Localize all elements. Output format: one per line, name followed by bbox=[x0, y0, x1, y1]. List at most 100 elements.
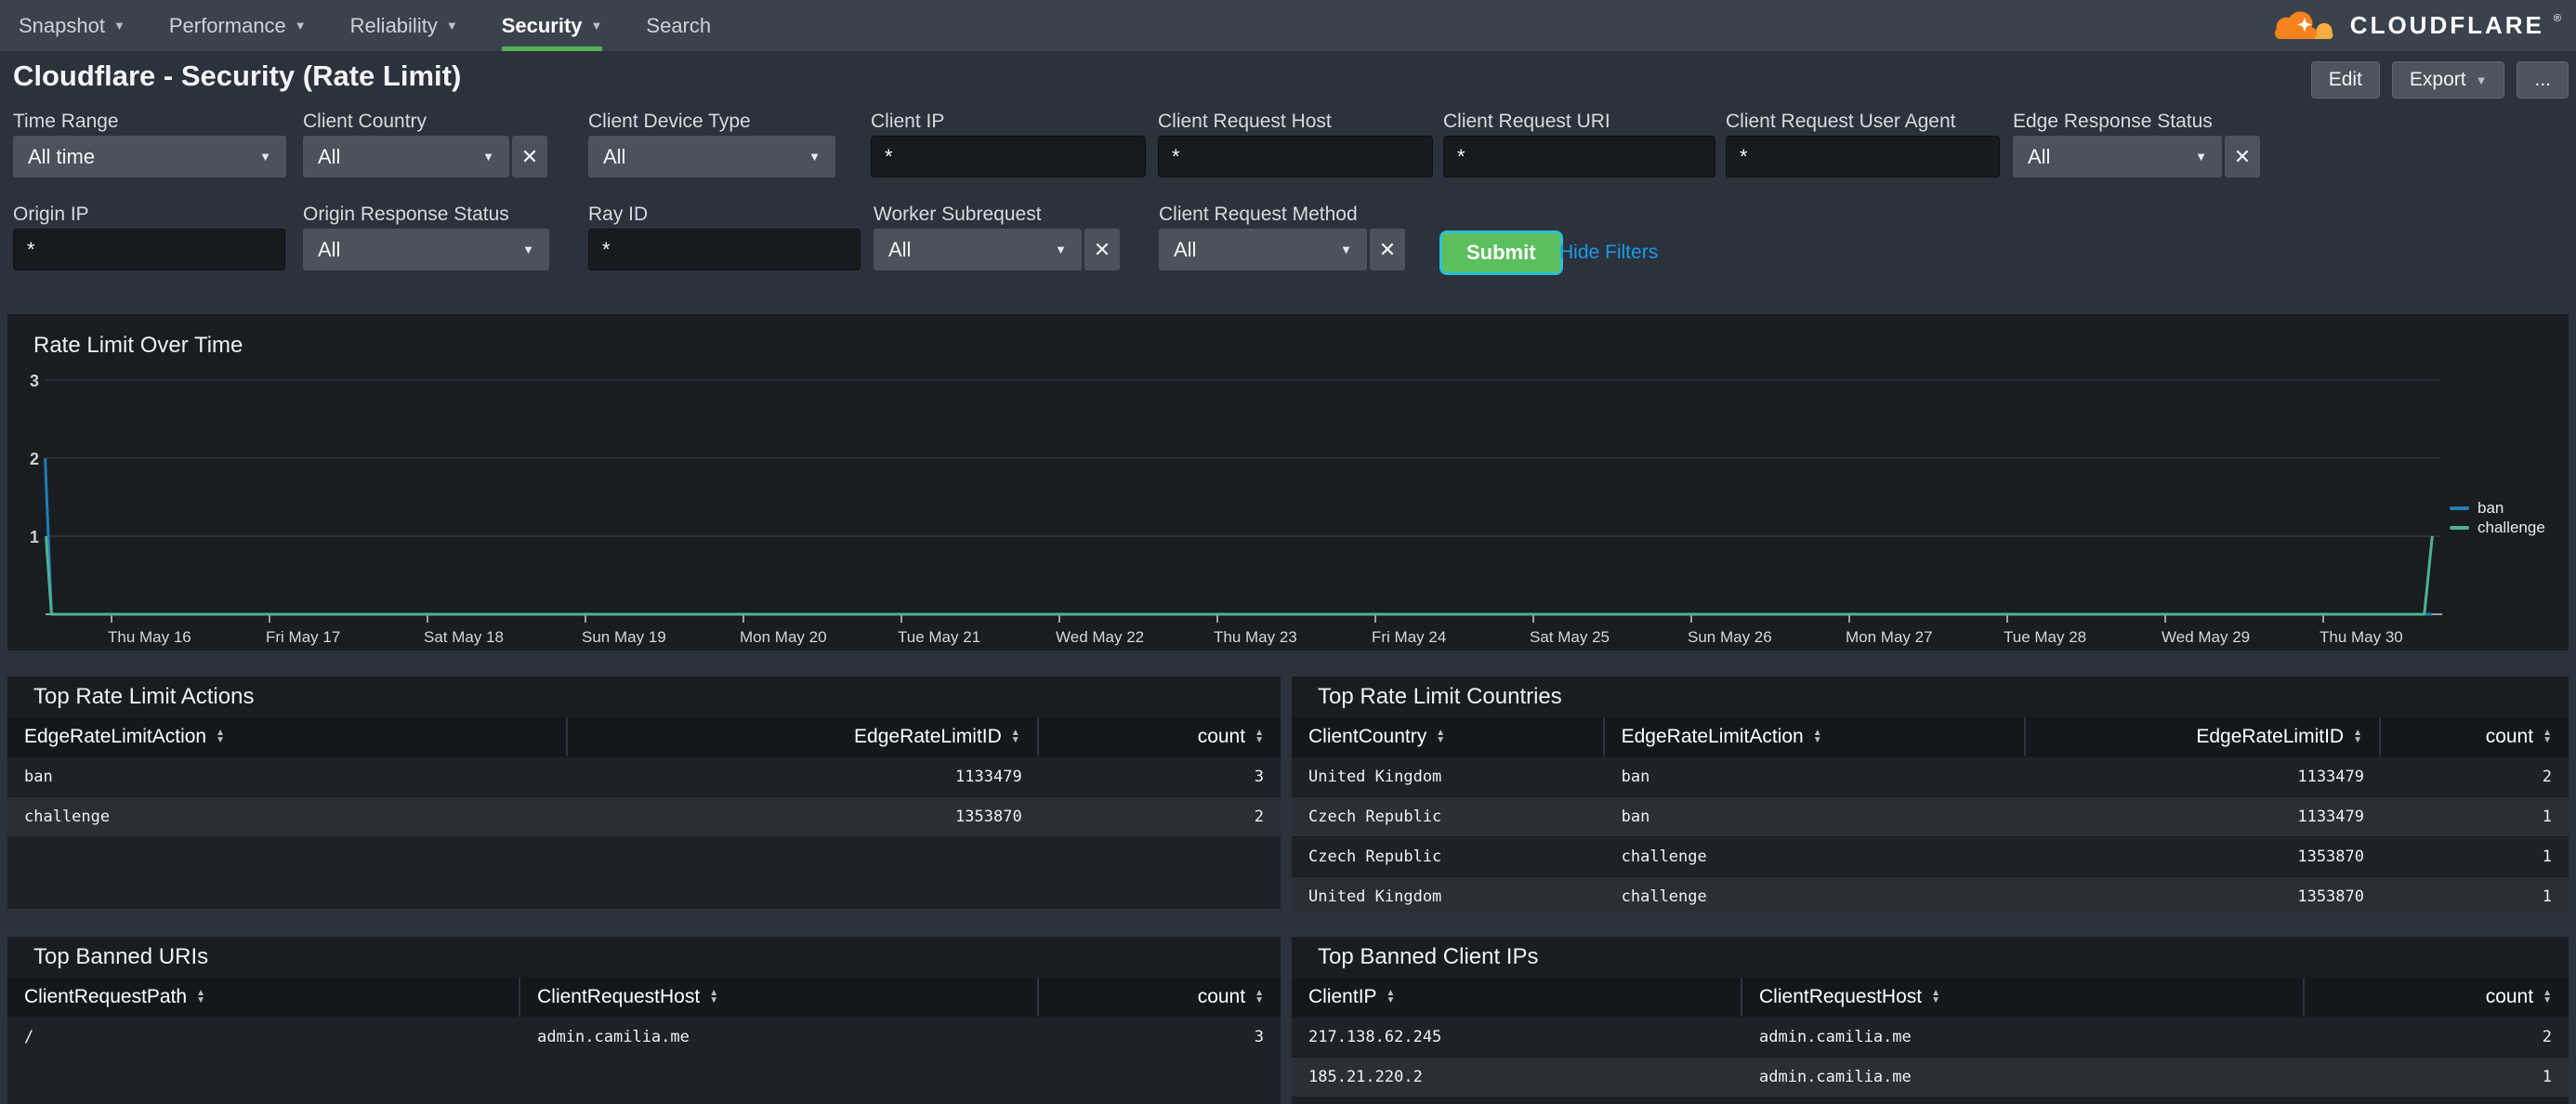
filter-select-client-request-method[interactable]: All ▼ bbox=[1159, 229, 1367, 270]
column-header-label: count bbox=[1197, 986, 1246, 1007]
x-axis-tick-label: Sun May 26 bbox=[1688, 628, 1772, 646]
hide-filters-link[interactable]: Hide Filters bbox=[1559, 242, 1658, 264]
top-rate-limit-countries-header-row: ClientCountry ▲ ▼ EdgeRateLimitAction ▲ ▼ Edge… bbox=[1292, 717, 2569, 756]
cell-edgeratelimitid: 1133479 bbox=[2297, 768, 2364, 786]
close-icon: ✕ bbox=[2233, 144, 2252, 168]
sort-icon: ▲ ▼ bbox=[709, 988, 719, 1005]
cell-count: 2 bbox=[2542, 768, 2552, 786]
cell-clientrequesthost: admin.camilia.me bbox=[1759, 1068, 1912, 1086]
clear-filter-edge-response-status-button[interactable]: ✕ bbox=[2225, 136, 2260, 177]
clear-filter-client-country-button[interactable]: ✕ bbox=[512, 136, 547, 177]
nav-item-search[interactable]: Search bbox=[646, 0, 711, 51]
x-axis-tick-label: Sat May 25 bbox=[1530, 628, 1610, 646]
filter-select-time-range[interactable]: All time ▼ bbox=[13, 136, 286, 177]
column-header-clientcountry[interactable]: ClientCountry ▲ ▼ bbox=[1292, 717, 1605, 756]
more-actions-button[interactable]: ... bbox=[2517, 61, 2569, 99]
cell-edgeratelimitaction: ban bbox=[24, 768, 53, 786]
table-row[interactable]: 185.21.220.2 admin.camilia.me 1 bbox=[1292, 1057, 2569, 1097]
nav-item-reliability[interactable]: Reliability ▼ bbox=[350, 0, 458, 51]
filter-label-client-request-host: Client Request Host bbox=[1158, 111, 1332, 132]
table-row[interactable]: 217.138.62.245 admin.camilia.me 2 bbox=[1292, 1017, 2569, 1057]
x-axis-tick-label: Fri May 24 bbox=[1372, 628, 1446, 646]
column-header-edgeratelimitid[interactable]: EdgeRateLimitID ▲ ▼ bbox=[568, 717, 1039, 756]
table-row[interactable]: United Kingdom challenge 1353870 1 bbox=[1292, 876, 2569, 913]
y-axis-tick-label: 1 bbox=[30, 528, 39, 546]
cell-count: 1 bbox=[2542, 848, 2552, 866]
clear-filter-client-request-method-button[interactable]: ✕ bbox=[1370, 229, 1405, 270]
filter-input-client-request-host[interactable]: * bbox=[1158, 136, 1433, 177]
submit-button-label: Submit bbox=[1466, 241, 1536, 264]
cell-clientcountry: Czech Republic bbox=[1308, 808, 1442, 826]
close-icon: ✕ bbox=[1093, 237, 1111, 261]
submit-button[interactable]: Submit bbox=[1439, 230, 1563, 275]
top-banned-client-ips-panel: Top Banned Client IPs ClientIP ▲ ▼ ClientReq… bbox=[1292, 937, 2569, 1104]
column-header-label: ClientIP bbox=[1308, 986, 1377, 1007]
filter-input-ray-id[interactable]: * bbox=[588, 229, 861, 270]
chevron-down-icon: ▼ bbox=[522, 243, 534, 256]
column-header-clientrequesthost[interactable]: ClientRequestHost ▲ ▼ bbox=[520, 978, 1039, 1017]
column-header-count[interactable]: count ▲ ▼ bbox=[2305, 978, 2569, 1017]
filter-select-origin-response-status[interactable]: All ▼ bbox=[303, 229, 549, 270]
cell-count: 1 bbox=[2542, 808, 2552, 826]
table-row[interactable]: challenge 1353870 2 bbox=[7, 796, 1281, 836]
column-header-edgeratelimitid[interactable]: EdgeRateLimitID ▲ ▼ bbox=[2026, 717, 2381, 756]
filter-select-client-device-type[interactable]: All ▼ bbox=[588, 136, 835, 177]
filter-select-worker-subrequest[interactable]: All ▼ bbox=[874, 229, 1082, 270]
column-header-count[interactable]: count ▲ ▼ bbox=[2381, 717, 2569, 756]
brand-wordmark: CLOUDFLARE bbox=[2349, 11, 2544, 39]
filter-select-client-country[interactable]: All ▼ bbox=[303, 136, 509, 177]
column-header-count[interactable]: count ▲ ▼ bbox=[1039, 717, 1281, 756]
nav-item-label: Search bbox=[646, 13, 712, 37]
x-axis-tick-label: Sat May 18 bbox=[424, 628, 504, 646]
filter-input-client-request-uri[interactable]: * bbox=[1443, 136, 1715, 177]
nav-item-performance[interactable]: Performance ▼ bbox=[169, 0, 307, 51]
cell-edgeratelimitid: 1353870 bbox=[955, 808, 1022, 826]
legend-item-ban[interactable]: ban bbox=[2450, 499, 2545, 517]
column-header-count[interactable]: count ▲ ▼ bbox=[1039, 978, 1281, 1017]
select-value: All bbox=[2028, 144, 2051, 168]
filter-input-origin-ip[interactable]: * bbox=[13, 229, 285, 270]
chart-legend: ban challenge bbox=[2450, 499, 2545, 536]
clear-filter-worker-subrequest-button[interactable]: ✕ bbox=[1084, 229, 1120, 270]
top-rate-limit-countries-title: Top Rate Limit Countries bbox=[1318, 684, 1562, 709]
legend-item-challenge[interactable]: challenge bbox=[2450, 519, 2545, 536]
nav-item-label: Security bbox=[501, 13, 583, 37]
chevron-down-icon: ▼ bbox=[590, 19, 603, 33]
column-header-clientip[interactable]: ClientIP ▲ ▼ bbox=[1292, 978, 1743, 1017]
filter-label-origin-response-status: Origin Response Status bbox=[303, 204, 509, 225]
export-button[interactable]: Export ▼ bbox=[2391, 61, 2505, 99]
cell-clientrequestpath: / bbox=[24, 1028, 34, 1046]
cell-clientip: 217.138.62.245 bbox=[1308, 1028, 1442, 1046]
x-axis-tick-label: Mon May 20 bbox=[740, 628, 827, 646]
select-value: All bbox=[1174, 237, 1197, 261]
select-value: All bbox=[603, 144, 626, 168]
filter-input-client-ip[interactable]: * bbox=[871, 136, 1146, 177]
table-row[interactable]: / admin.camilia.me 3 bbox=[7, 1017, 1281, 1057]
top-banned-uris-header-row: ClientRequestPath ▲ ▼ ClientRequestHost ▲ ▼ co… bbox=[7, 978, 1281, 1017]
dashboard-page: Snapshot ▼ Performance ▼ Reliability ▼ S… bbox=[0, 0, 2576, 1104]
column-header-edgeratelimitaction[interactable]: EdgeRateLimitAction ▲ ▼ bbox=[1605, 717, 2027, 756]
column-header-clientrequesthost[interactable]: ClientRequestHost ▲ ▼ bbox=[1742, 978, 2305, 1017]
edit-button[interactable]: Edit bbox=[2310, 61, 2380, 99]
cell-clientcountry: United Kingdom bbox=[1308, 768, 1442, 786]
filter-input-client-request-user-agent[interactable]: * bbox=[1726, 136, 2000, 177]
column-header-edgeratelimitaction[interactable]: EdgeRateLimitAction ▲ ▼ bbox=[7, 717, 568, 756]
x-axis-tick-label: Thu May 30 bbox=[2320, 628, 2403, 646]
table-row[interactable]: Czech Republic ban 1133479 1 bbox=[1292, 796, 2569, 836]
select-value: All bbox=[318, 237, 341, 261]
table-row[interactable]: Czech Republic challenge 1353870 1 bbox=[1292, 836, 2569, 876]
nav-items: Snapshot ▼ Performance ▼ Reliability ▼ S… bbox=[19, 0, 711, 51]
filter-select-edge-response-status[interactable]: All ▼ bbox=[2013, 136, 2222, 177]
nav-item-snapshot[interactable]: Snapshot ▼ bbox=[19, 0, 125, 51]
sort-icon: ▲ ▼ bbox=[1255, 988, 1264, 1005]
sort-icon: ▲ ▼ bbox=[2543, 728, 2552, 745]
table-row[interactable]: ban 1133479 3 bbox=[7, 756, 1281, 796]
chevron-down-icon: ▼ bbox=[1055, 243, 1067, 256]
column-header-label: EdgeRateLimitAction bbox=[24, 726, 207, 747]
sort-icon: ▲ ▼ bbox=[1436, 728, 1446, 745]
table-row[interactable]: United Kingdom ban 1133479 2 bbox=[1292, 756, 2569, 796]
column-header-clientrequestpath[interactable]: ClientRequestPath ▲ ▼ bbox=[7, 978, 521, 1017]
nav-item-security[interactable]: Security ▼ bbox=[501, 0, 603, 51]
cell-clientrequesthost: admin.camilia.me bbox=[1759, 1028, 1912, 1046]
y-axis-tick-label: 3 bbox=[30, 372, 39, 390]
